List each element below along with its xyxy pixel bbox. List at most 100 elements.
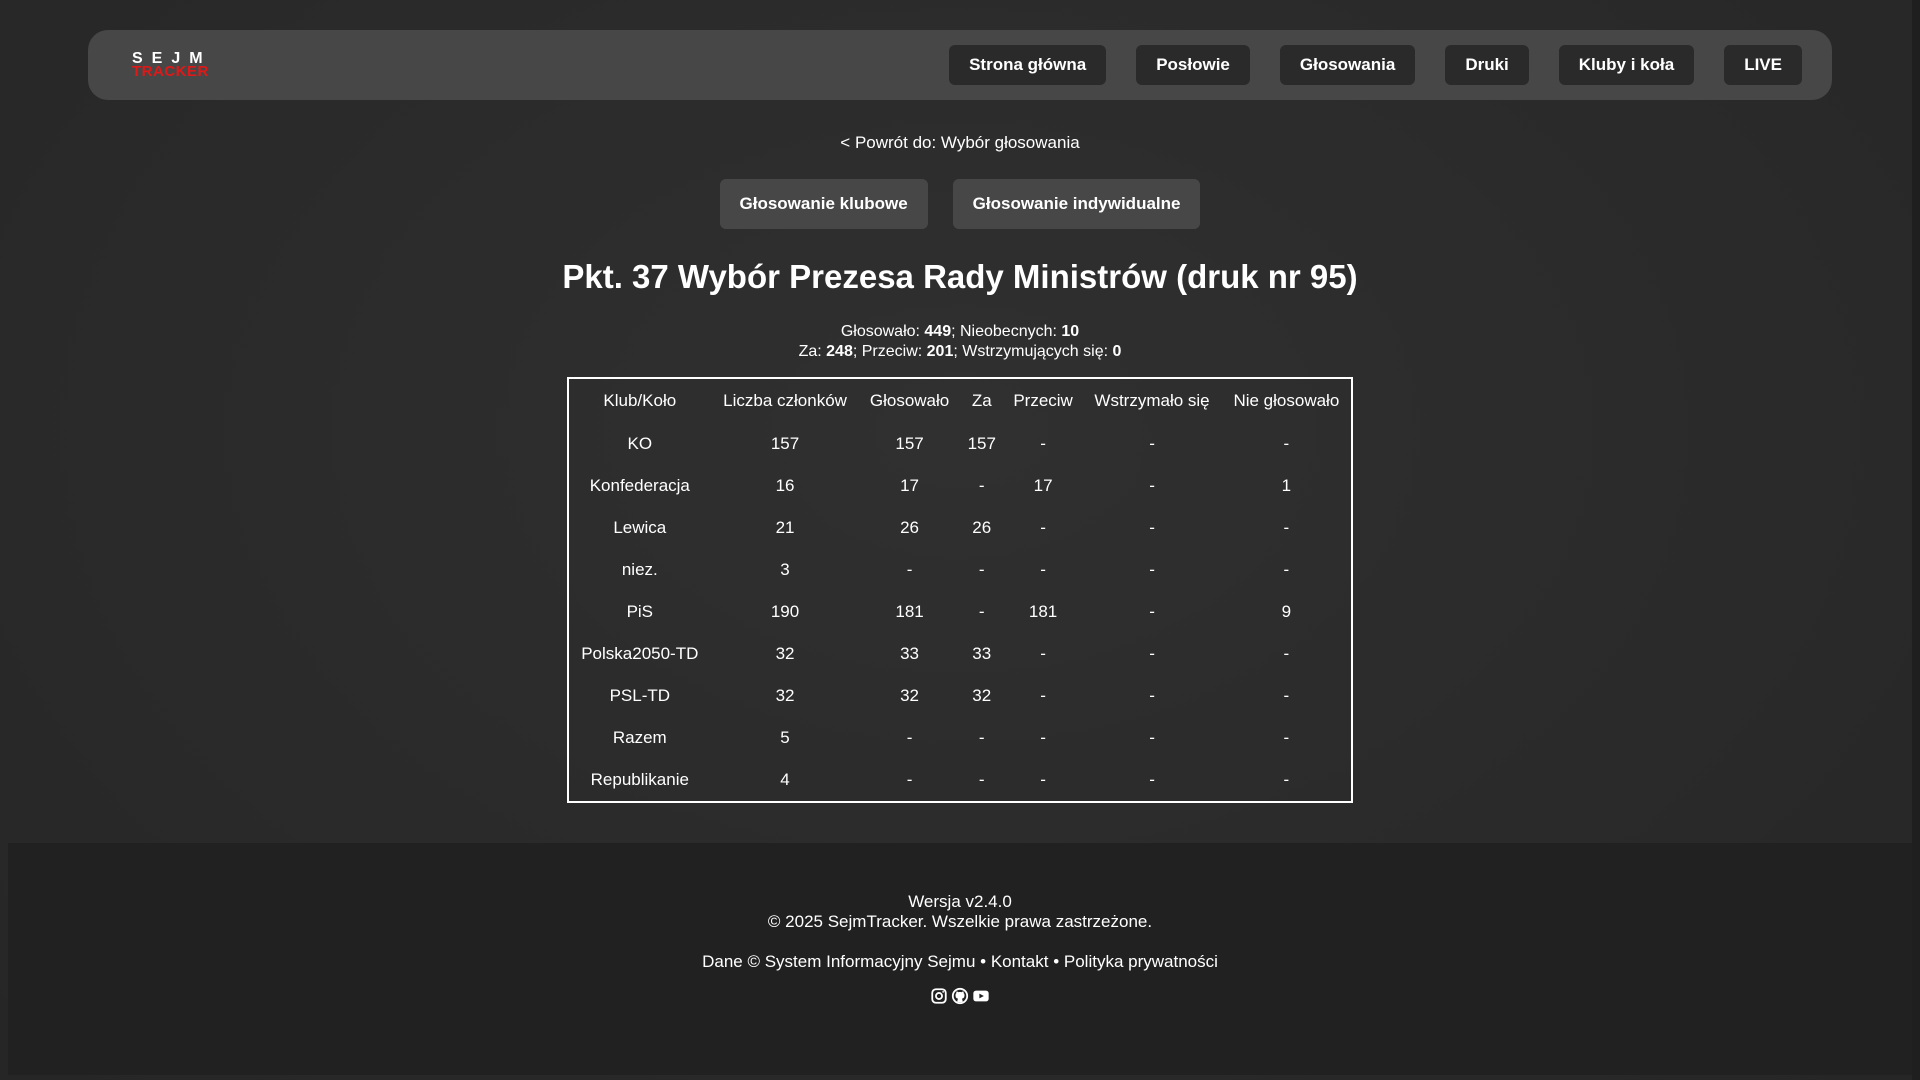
cell-against-count: - [1040,434,1046,453]
logo[interactable]: SEJM TRACKER [132,51,212,80]
club-vote-button[interactable]: Głosowanie klubowe [719,179,928,229]
version-text: Wersja v2.4.0 [908,892,1012,911]
cell-against-count: - [1040,518,1046,537]
cell-not-voted-count: - [1283,518,1290,537]
for-count: 248 [826,343,853,360]
cell-not-voted-count: - [1283,728,1290,747]
contact-link[interactable]: Kontakt [991,952,1049,971]
cell-members-count: 3 [780,560,790,579]
individual-vote-button[interactable]: Głosowanie indywidualne [952,179,1201,229]
cell-abstained-count: - [1149,602,1155,621]
cell-members-count: 32 [775,686,795,705]
table-row: KO 157 157 157 - - - [569,423,1351,465]
col-club: Klub/Koło [603,391,677,410]
back-link[interactable]: < Powrót do: Wybór głosowania [840,133,1079,152]
cell-members-count: 5 [780,728,790,747]
col-against: Przeciw [1013,391,1073,410]
cell-abstained-count: - [1149,518,1155,537]
table-row: Lewica 21 26 26 - - - [569,507,1351,549]
main-nav: Strona główna Posłowie Głosowania Druki … [949,45,1802,85]
against-label: ; Przeciw: [852,343,927,360]
cell-voted-count: 17 [900,476,920,495]
voted-count: 449 [924,323,952,340]
cell-members-count: 21 [775,518,795,537]
cell-club-name: KO [627,434,653,453]
cell-for-count: 33 [972,644,992,663]
col-abstained: Wstrzymało się [1094,391,1210,410]
instagram-icon[interactable] [930,987,948,1005]
cell-not-voted-count: - [1283,560,1290,579]
cell-not-voted-count: - [1283,434,1290,453]
col-not-voted: Nie głosowało [1233,391,1340,410]
abstain-count: 0 [1112,343,1122,360]
against-count: 201 [926,343,954,360]
top-navbar: SEJM TRACKER Strona główna Posłowie Głos… [88,30,1832,100]
cell-abstained-count: - [1149,770,1155,789]
cell-club-name: Konfederacja [589,476,690,495]
cell-for-count: - [978,770,985,789]
cell-club-name: PiS [626,602,654,621]
footer: Wersja v2.4.0 © 2025 SejmTracker. Wszelk… [8,843,1912,1075]
cell-against-count: - [1040,644,1046,663]
cell-not-voted-count: - [1283,644,1290,663]
nav-poslowie[interactable]: Posłowie [1136,45,1250,85]
cell-for-count: - [978,728,985,747]
cell-against-count: - [1040,560,1046,579]
cell-not-voted-count: 9 [1281,602,1292,621]
summary-line-1: Głosowało: 449; Nieobecnych: 10 [0,322,1920,342]
footer-separator: • [975,952,991,971]
col-members: Liczba członków [723,391,847,410]
nav-kluby-i-kola[interactable]: Kluby i koła [1558,45,1695,85]
nav-live[interactable]: LIVE [1724,45,1802,85]
cell-abstained-count: - [1149,476,1155,495]
absent-label: ; Nieobecnych: [951,323,1062,340]
voted-label: Głosowało: [840,323,925,340]
cell-against-count: 17 [1033,476,1053,495]
table-row: Republikanie 4 - - - - - [569,759,1351,801]
table-row: Razem 5 - - - - - [569,717,1351,759]
abstain-label: ; Wstrzymujących się: [953,343,1113,360]
vote-mode-toggle: Głosowanie klubowe Głosowanie indywidual… [0,179,1920,229]
club-results-table: Klub/Koło Liczba członków Głosowało Za P… [567,377,1353,803]
nav-druki[interactable]: Druki [1445,45,1529,85]
cell-members-count: 157 [770,434,800,453]
absent-count: 10 [1061,323,1080,340]
summary-line-2: Za: 248; Przeciw: 201; Wstrzymujących si… [0,342,1920,362]
cell-club-name: PSL-TD [609,686,671,705]
cell-for-count: 157 [967,434,996,453]
cell-not-voted-count: - [1283,770,1290,789]
nav-strona-glowna[interactable]: Strona główna [949,45,1107,85]
cell-voted-count: - [906,728,913,747]
cell-for-count: 32 [972,686,992,705]
cell-voted-count: 157 [895,434,924,453]
social-links [8,986,1912,1006]
cell-for-count: 26 [972,518,992,537]
cell-voted-count: 33 [900,644,920,663]
nav-glosowania[interactable]: Głosowania [1279,45,1416,85]
back-link-row: < Powrót do: Wybór głosowania [0,133,1920,153]
cell-voted-count: - [906,770,913,789]
cell-club-name: Razem [612,728,667,747]
github-icon[interactable] [951,987,969,1005]
cell-voted-count: - [906,560,913,579]
table-row: PiS 190 181 - 181 - 9 [569,591,1351,633]
cell-club-name: Republikanie [590,770,689,789]
youtube-icon[interactable] [972,987,990,1005]
cell-against-count: - [1040,770,1046,789]
cell-voted-count: 26 [900,518,920,537]
for-label: Za: [798,343,827,360]
scrollbar-track[interactable] [1912,0,1920,1080]
page-title: Pkt. 37 Wybór Prezesa Rady Ministrów (dr… [562,258,1358,295]
cell-abstained-count: - [1149,434,1155,453]
col-voted: Głosowało [869,391,950,410]
table-row: Polska2050-TD 32 33 33 - - - [569,633,1351,675]
privacy-link[interactable]: Polityka prywatności [1064,952,1218,971]
cell-voted-count: 32 [900,686,920,705]
cell-for-count: - [978,476,985,495]
table-row: niez. 3 - - - - - [569,549,1351,591]
col-for: Za [971,391,992,410]
cell-for-count: - [978,602,985,621]
cell-club-name: Lewica [613,518,667,537]
cell-abstained-count: - [1149,560,1155,579]
cell-abstained-count: - [1149,686,1155,705]
